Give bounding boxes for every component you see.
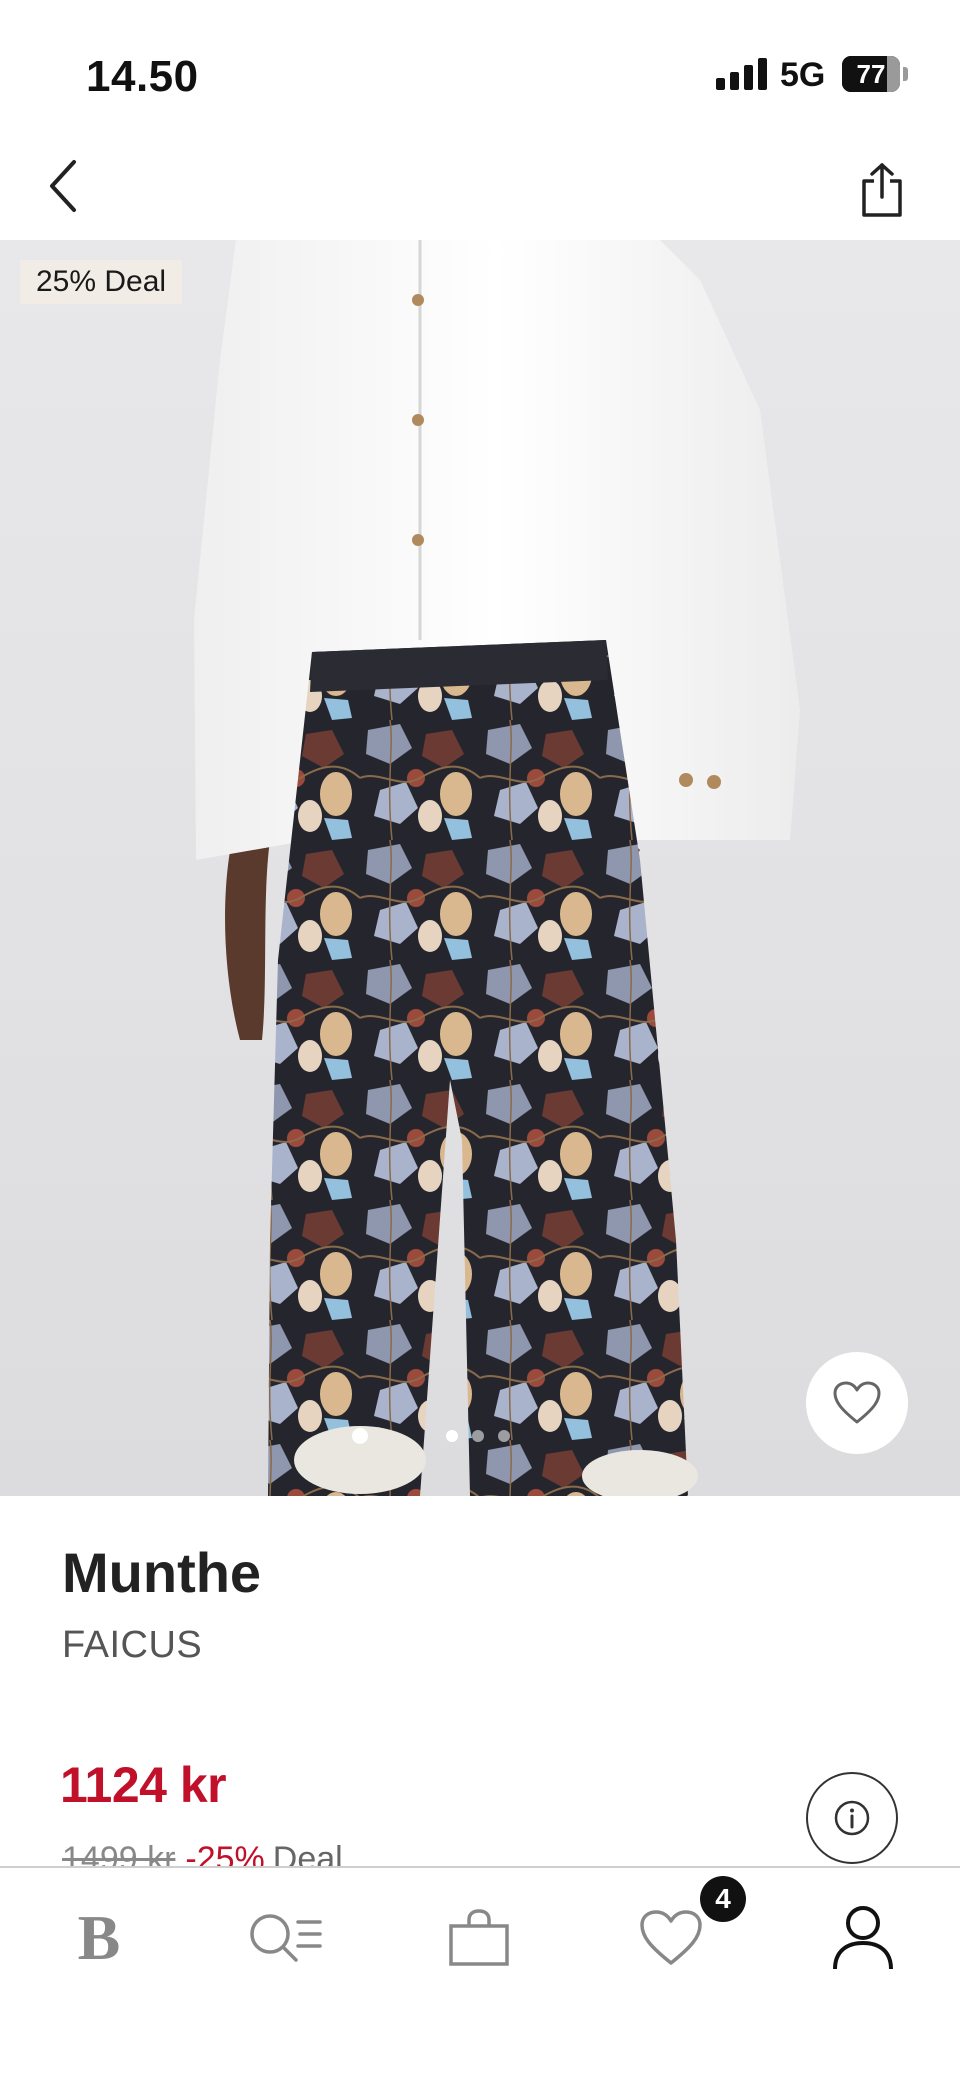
- share-button[interactable]: [842, 150, 922, 230]
- chevron-left-icon: [50, 160, 76, 212]
- tab-search[interactable]: [231, 1888, 341, 1988]
- carousel-dot[interactable]: [498, 1430, 510, 1442]
- status-time: 14.50: [86, 52, 199, 101]
- status-bar: 14.50 5G 77: [0, 0, 960, 140]
- tab-profile[interactable]: [808, 1888, 918, 1988]
- shopping-bag-icon: [449, 1909, 509, 1966]
- network-label: 5G: [780, 56, 826, 94]
- back-button[interactable]: [24, 148, 100, 224]
- info-button[interactable]: [806, 1772, 898, 1864]
- tab-home[interactable]: B: [44, 1888, 154, 1988]
- product-brand[interactable]: Munthe: [62, 1540, 261, 1605]
- battery-tip: [903, 67, 908, 81]
- profile-icon: [833, 1906, 893, 1970]
- product-image-carousel[interactable]: 25% Deal: [0, 240, 960, 1496]
- info-icon: [834, 1800, 870, 1836]
- wishlist-button[interactable]: [806, 1352, 908, 1454]
- carousel-dot[interactable]: [472, 1430, 484, 1442]
- product-price: 1124 kr: [60, 1757, 227, 1813]
- carousel-dot[interactable]: [446, 1430, 458, 1442]
- nav-bar: [0, 140, 960, 240]
- search-menu-icon: [250, 1914, 322, 1962]
- brand-logo-icon: B: [77, 1902, 121, 1973]
- battery-percent: 77: [856, 59, 886, 89]
- carousel-dots: [446, 1430, 510, 1442]
- battery-icon: 77: [842, 56, 900, 92]
- tab-cart[interactable]: [424, 1888, 534, 1988]
- signal-icon: [716, 58, 768, 90]
- share-icon: [862, 163, 902, 217]
- product-name: FAICUS: [62, 1624, 203, 1666]
- heart-outline-icon: [833, 1381, 881, 1424]
- deal-badge: 25% Deal: [20, 260, 183, 304]
- heart-icon: [640, 1910, 702, 1965]
- bottom-tab-bar: B 4: [0, 1866, 960, 2079]
- wishlist-count-badge: 4: [700, 1876, 746, 1922]
- product-photo: [194, 240, 800, 1496]
